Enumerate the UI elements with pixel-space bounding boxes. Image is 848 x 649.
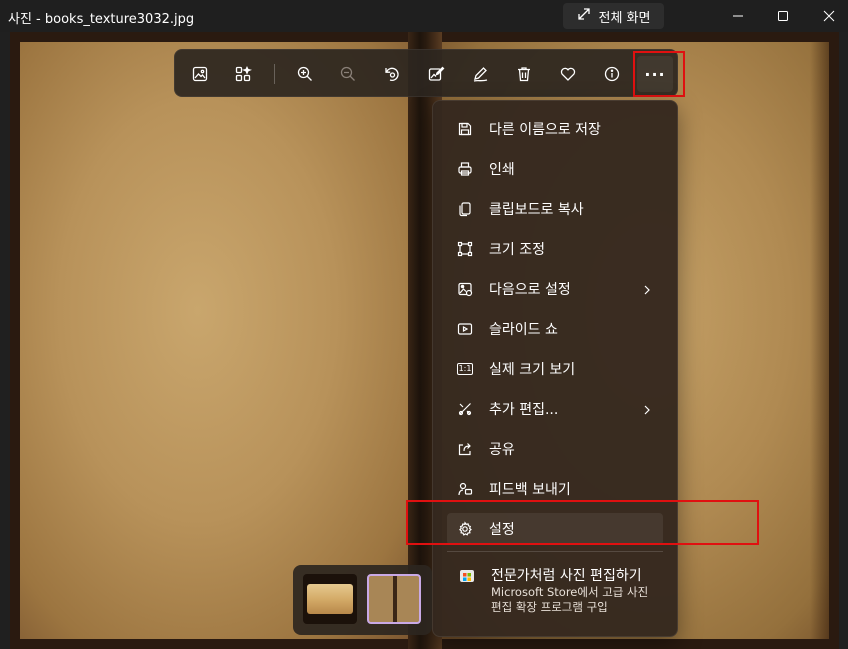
- rotate-icon: [385, 67, 399, 81]
- menu-item-label: 다른 이름으로 저장: [489, 122, 601, 138]
- favorite-icon: [560, 67, 576, 81]
- menu-item-more-edit[interactable]: 추가 편집...: [447, 393, 663, 425]
- maximize-button[interactable]: [760, 0, 806, 32]
- view-icon: [192, 66, 208, 82]
- info-button[interactable]: [594, 56, 630, 92]
- view-button[interactable]: [182, 56, 218, 92]
- more-options-menu: 다른 이름으로 저장 인쇄 클립보드로 복사 크기 조정 다음으로 설정 슬라이…: [432, 100, 678, 637]
- close-button[interactable]: [806, 0, 848, 32]
- set-as-icon: [455, 279, 475, 299]
- copy-icon: [455, 199, 475, 219]
- draw-icon: [473, 67, 488, 82]
- edit-image-button[interactable]: [418, 56, 454, 92]
- favorite-button[interactable]: [550, 56, 586, 92]
- share-icon: [455, 439, 475, 459]
- chevron-right-icon: [641, 281, 653, 300]
- store-icon: [459, 567, 475, 583]
- toolbar-divider: [274, 64, 275, 84]
- zoom-out-icon: [340, 66, 355, 81]
- actual-size-icon: 1:1: [456, 363, 474, 375]
- delete-button[interactable]: [506, 56, 542, 92]
- menu-item-label: 공유: [489, 442, 515, 458]
- gallery-button[interactable]: [225, 56, 261, 92]
- menu-item-label: 피드백 보내기: [489, 482, 571, 498]
- menu-divider: [447, 551, 663, 552]
- feedback-icon: [455, 479, 475, 499]
- zoom-out-button[interactable]: [330, 56, 366, 92]
- book-page-left: [20, 42, 415, 639]
- zoom-in-icon: [297, 66, 312, 81]
- maximize-icon: [778, 11, 788, 21]
- minimize-icon: [733, 15, 743, 17]
- photo-canvas[interactable]: [10, 32, 839, 649]
- menu-item-share[interactable]: 공유: [447, 433, 663, 465]
- menu-item-label: 추가 편집...: [489, 402, 559, 418]
- delete-icon: [518, 67, 530, 82]
- menu-item-save-as[interactable]: 다른 이름으로 저장: [447, 113, 663, 145]
- book-thumbnail-image: [393, 576, 397, 622]
- draw-button[interactable]: [462, 56, 498, 92]
- expand-icon: [577, 7, 591, 25]
- image-toolbar: ···: [174, 49, 678, 97]
- zoom-in-button[interactable]: [287, 56, 323, 92]
- highlight-settings-item: [406, 500, 759, 545]
- book-edge: [810, 42, 829, 639]
- resize-icon: [455, 239, 475, 259]
- save-icon: [455, 119, 475, 139]
- menu-item-copy[interactable]: 클립보드로 복사: [447, 193, 663, 225]
- menu-item-print[interactable]: 인쇄: [447, 153, 663, 185]
- menu-item-label: 실제 크기 보기: [489, 362, 576, 378]
- more-edit-icon: [455, 399, 475, 419]
- print-icon: [455, 159, 475, 179]
- menu-item-label: 인쇄: [489, 162, 515, 178]
- edit-image-icon: [428, 66, 445, 81]
- menu-item-label: 크기 조정: [489, 242, 545, 258]
- menu-item-resize[interactable]: 크기 조정: [447, 233, 663, 265]
- scroll-thumbnail-image: [307, 584, 353, 614]
- thumbnail-book-selected[interactable]: [367, 574, 421, 624]
- menu-item-label: 다음으로 설정: [489, 282, 571, 298]
- close-icon: [823, 10, 835, 22]
- fullscreen-button[interactable]: 전체 화면: [563, 3, 664, 29]
- promo-title: 전문가처럼 사진 편집하기: [491, 568, 642, 584]
- fullscreen-label: 전체 화면: [598, 10, 651, 26]
- info-icon: [604, 66, 620, 82]
- thumbnail-scroll[interactable]: [303, 574, 357, 624]
- menu-item-actual-size[interactable]: 1:1 실제 크기 보기: [447, 353, 663, 385]
- title-bar: 사진 - books_texture3032.jpg 전체 화면: [0, 0, 848, 32]
- gallery-icon: [235, 66, 252, 82]
- minimize-button[interactable]: [715, 0, 761, 32]
- menu-item-label: 클립보드로 복사: [489, 202, 584, 218]
- rotate-button[interactable]: [374, 56, 410, 92]
- promo-description: Microsoft Store에서 고급 사진 편집 확장 프로그램 구입: [491, 585, 649, 614]
- window-title: 사진 - books_texture3032.jpg: [8, 12, 195, 27]
- menu-item-label: 슬라이드 쇼: [489, 322, 558, 338]
- menu-item-slideshow[interactable]: 슬라이드 쇼: [447, 313, 663, 345]
- highlight-more-button: [633, 51, 685, 97]
- chevron-right-icon: [641, 401, 653, 420]
- slideshow-icon: [455, 319, 475, 339]
- filmstrip: [293, 565, 432, 635]
- menu-item-set-as[interactable]: 다음으로 설정: [447, 273, 663, 305]
